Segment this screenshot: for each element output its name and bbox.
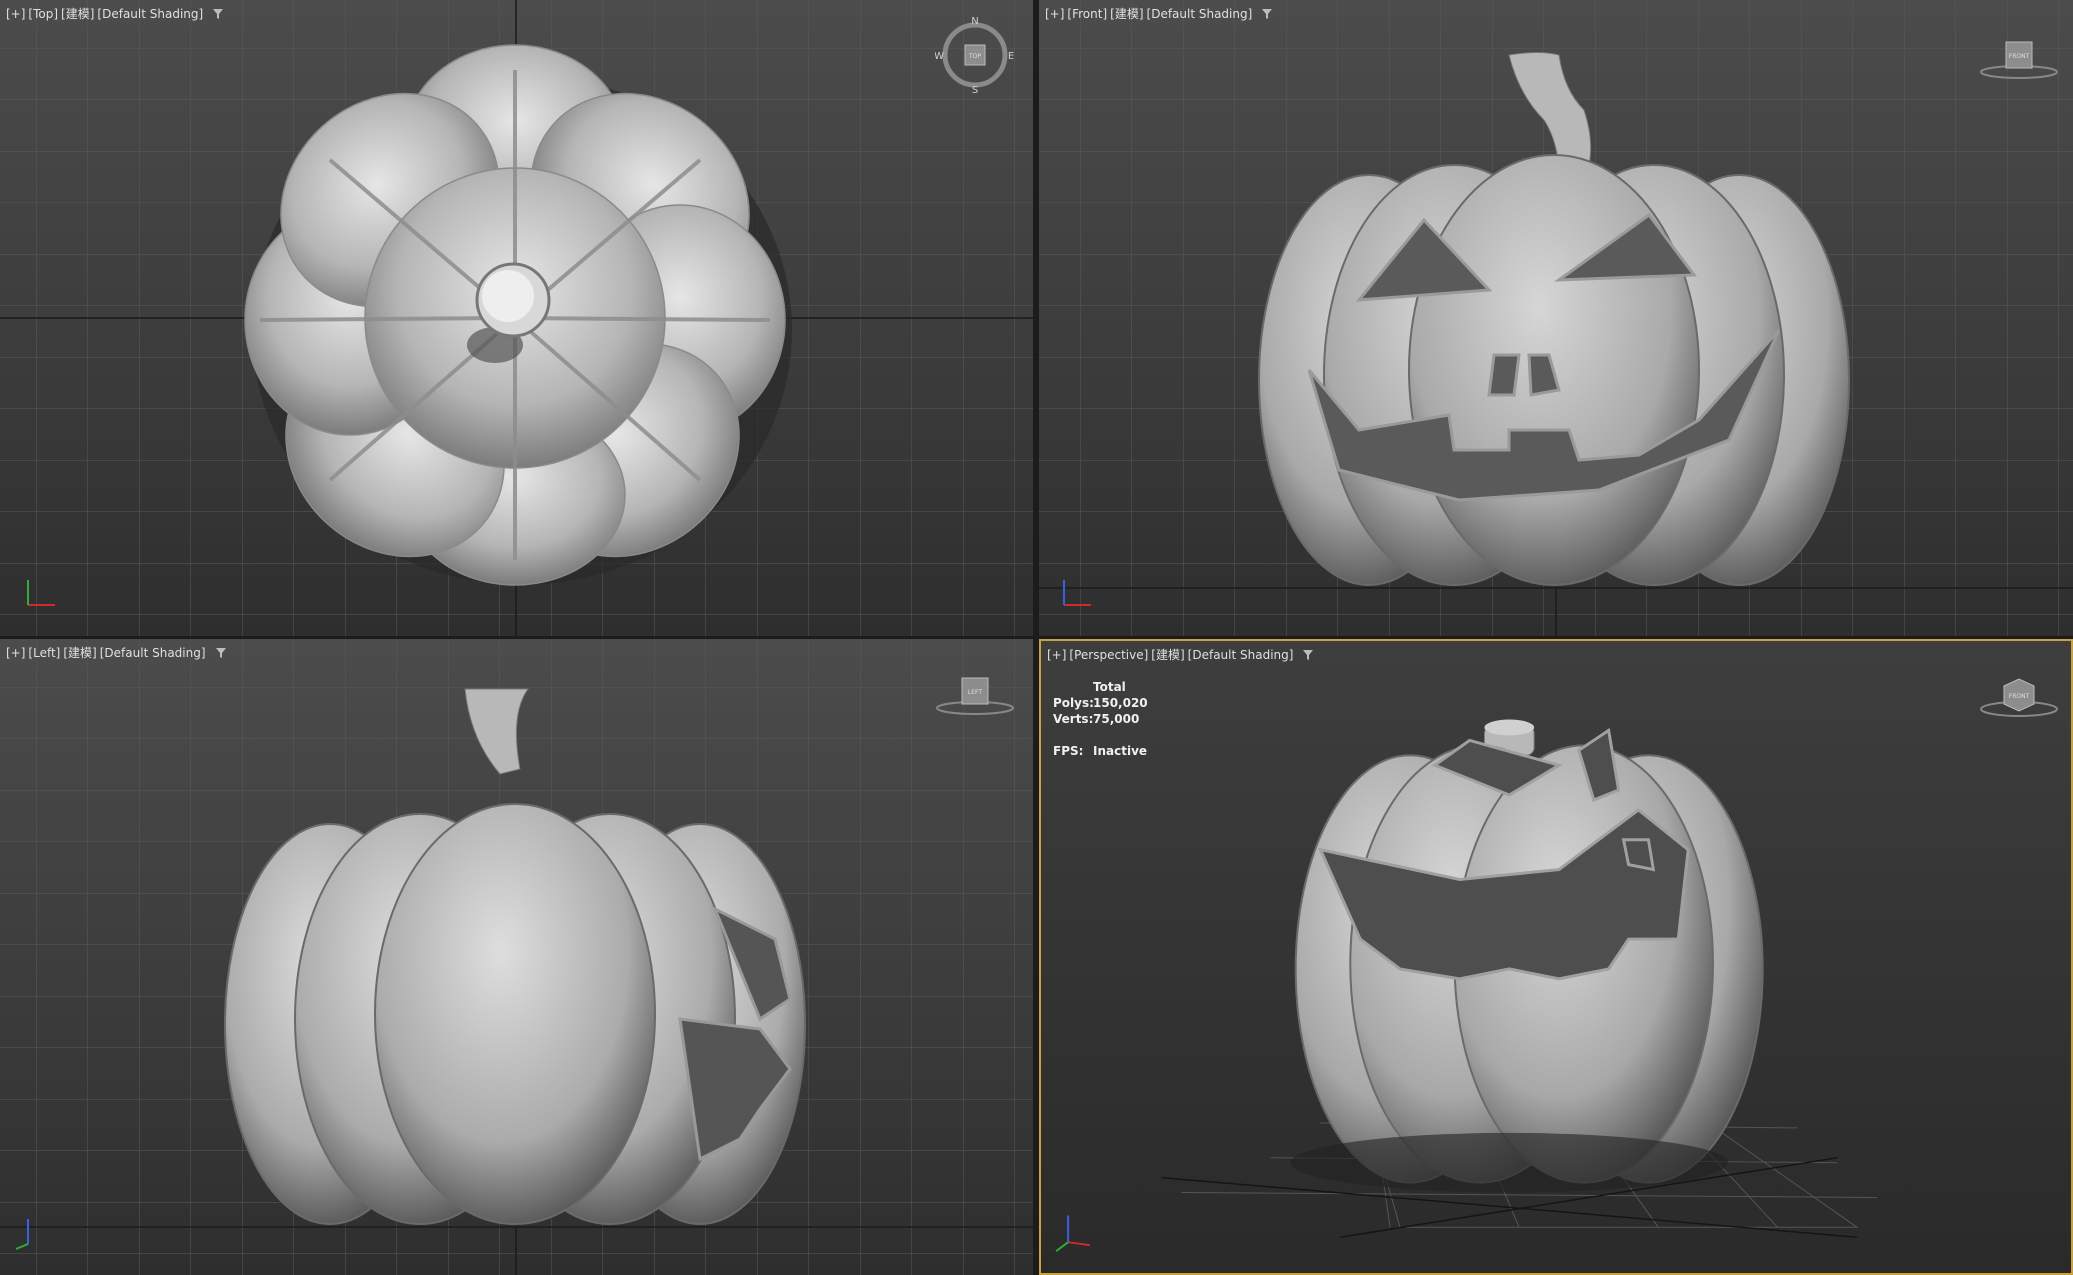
viewport-front-label: [+] [Front] [建模] [Default Shading] <box>1045 5 1273 22</box>
pumpkin-perspective <box>1290 719 1764 1193</box>
viewcube-icon[interactable]: FRONT <box>1979 671 2059 721</box>
viewport-perspective-label: [+] [Perspective] [建模] [Default Shading] <box>1047 646 1314 663</box>
mode-button[interactable]: [建模] <box>1110 5 1143 22</box>
verts-label: Verts: <box>1053 712 1094 726</box>
shading-button[interactable]: [Default Shading] <box>100 646 206 660</box>
left-view-scene <box>0 639 1033 1275</box>
front-view-scene <box>1039 0 2073 636</box>
fps-label: FPS: <box>1053 744 1084 758</box>
verts-value: 75,000 <box>1093 712 1140 726</box>
view-type-button[interactable]: [Perspective] <box>1069 648 1148 662</box>
top-view-scene <box>0 0 1033 636</box>
axis-tripod-icon <box>1055 1215 1091 1252</box>
viewport-menu-button[interactable]: [+] <box>1045 7 1064 21</box>
view-type-button[interactable]: [Left] <box>28 646 60 660</box>
statistics-overlay: Total Polys: 150,020 Verts: 75,000 FPS: Ina… <box>1053 679 1148 759</box>
viewport-top[interactable]: [+] [Top] [建模] [Default Shading] N S E W… <box>0 0 1033 636</box>
shading-button[interactable]: [Default Shading] <box>1188 648 1294 662</box>
viewport-left[interactable]: [+] [Left] [建模] [Default Shading] LEFT <box>0 639 1033 1275</box>
fps-value: Inactive <box>1093 744 1148 758</box>
viewport-left-label: [+] [Left] [建模] [Default Shading] <box>6 644 227 661</box>
viewport-menu-button[interactable]: [+] <box>6 7 25 21</box>
view-type-button[interactable]: [Top] <box>28 7 58 21</box>
filter-icon[interactable] <box>212 8 224 20</box>
filter-icon[interactable] <box>1261 8 1273 20</box>
shading-button[interactable]: [Default Shading] <box>1147 7 1253 21</box>
compass-west-label: W <box>935 51 944 62</box>
filter-icon[interactable] <box>215 647 227 659</box>
compass-east-label: E <box>1008 51 1014 62</box>
viewport-menu-button[interactable]: [+] <box>6 646 25 660</box>
mode-button[interactable]: [建模] <box>61 5 94 22</box>
viewcube-compass-icon[interactable]: N S E W TOP <box>935 15 1015 95</box>
viewcube-icon[interactable]: LEFT <box>935 674 1015 719</box>
shading-button[interactable]: [Default Shading] <box>97 7 203 21</box>
viewport-menu-button[interactable]: [+] <box>1047 648 1066 662</box>
polys-value: 150,020 <box>1093 696 1148 710</box>
viewport-front[interactable]: [+] [Front] [建模] [Default Shading] FRONT <box>1039 0 2073 636</box>
mode-button[interactable]: [建模] <box>1151 646 1184 663</box>
viewcube-icon[interactable]: FRONT <box>1979 38 2059 83</box>
viewcube-face-label: LEFT <box>968 689 982 696</box>
viewport-top-label: [+] [Top] [建模] [Default Shading] <box>6 5 224 22</box>
filter-icon[interactable] <box>1302 649 1314 661</box>
stats-header: Total <box>1093 680 1126 694</box>
viewcube-face-label: FRONT <box>2009 53 2030 60</box>
viewcube-face-label: FRONT <box>2009 693 2030 700</box>
compass-north-label: N <box>971 16 978 27</box>
polys-label: Polys: <box>1053 696 1094 710</box>
mode-button[interactable]: [建模] <box>63 644 96 661</box>
view-type-button[interactable]: [Front] <box>1067 7 1107 21</box>
viewport-perspective[interactable]: [+] [Perspective] [建模] [Default Shading]… <box>1039 639 2073 1275</box>
viewcube-face-label: TOP <box>968 53 981 60</box>
compass-south-label: S <box>972 85 978 95</box>
perspective-view-scene <box>1055 719 1877 1252</box>
